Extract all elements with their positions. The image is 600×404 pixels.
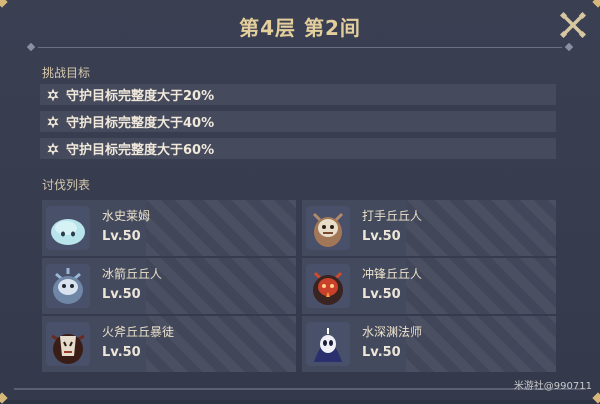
enemy-level: Lv.50 [362, 229, 401, 244]
enemy-card[interactable]: 打手丘丘人 Lv.50 [302, 200, 556, 256]
watermark: 米游社@990711 [513, 381, 592, 392]
enemy-card[interactable]: 水深渊法师 Lv.50 [302, 316, 556, 372]
enemy-card[interactable]: 冰箭丘丘人 Lv.50 [42, 258, 296, 314]
close-icon [559, 11, 587, 39]
goal-row: 守护目标完整度大于60% [40, 138, 556, 159]
enemy-level: Lv.50 [102, 229, 141, 244]
corner-ornament-top-left [0, 0, 8, 8]
enemy-card[interactable]: 火斧丘丘暴徒 Lv.50 [42, 316, 296, 372]
star-icon [47, 115, 59, 128]
goal-text: 守护目标完整度大于20% [66, 89, 215, 104]
corner-ornament-bottom-right [592, 392, 600, 404]
title-divider [26, 42, 574, 52]
frame-bottom-line [14, 388, 586, 390]
hilichurl-berserker-icon [306, 264, 350, 308]
goal-row: 守护目标完整度大于20% [40, 84, 556, 105]
slime-icon [46, 206, 90, 250]
goal-text: 守护目标完整度大于40% [66, 116, 215, 131]
enemy-name: 冲锋丘丘人 [362, 267, 423, 281]
enemy-card[interactable]: 水史莱姆 Lv.50 [42, 200, 296, 256]
enemy-card[interactable]: 冲锋丘丘人 Lv.50 [302, 258, 556, 314]
enemy-level: Lv.50 [102, 345, 141, 360]
close-button[interactable] [559, 11, 587, 39]
goal-text: 守护目标完整度大于60% [66, 143, 215, 158]
enemy-name: 火斧丘丘暴徒 [102, 325, 175, 339]
enemy-name: 冰箭丘丘人 [102, 267, 163, 281]
enemies-section-label: 讨伐列表 [42, 178, 91, 192]
corner-ornament-bottom-left [0, 392, 8, 404]
cryo-hilichurl-icon [46, 264, 90, 308]
enemy-level: Lv.50 [362, 345, 401, 360]
enemy-name: 水深渊法师 [362, 325, 423, 339]
hilichurl-fighter-icon [306, 206, 350, 250]
divider-line [38, 47, 562, 48]
enemy-name: 水史莱姆 [102, 209, 151, 223]
star-icon [47, 88, 59, 101]
star-icon [47, 142, 59, 155]
challenge-section-label: 挑战目标 [42, 66, 91, 80]
goal-row: 守护目标完整度大于40% [40, 111, 556, 132]
corner-ornament-top-right [592, 0, 600, 8]
pyro-mitachurl-icon [46, 322, 90, 366]
page-title: 第4层 第2间 [239, 16, 361, 40]
enemy-level: Lv.50 [362, 287, 401, 302]
divider-dot [26, 42, 36, 52]
hydro-abyss-mage-icon [306, 322, 350, 366]
enemy-level: Lv.50 [102, 287, 141, 302]
enemy-name: 打手丘丘人 [362, 209, 423, 223]
abyss-chamber-panel: 第4层 第2间 挑战目标 守护目标完整度大于20% 守护目标完整度大于40% 守… [0, 0, 600, 404]
divider-dot [564, 42, 574, 52]
